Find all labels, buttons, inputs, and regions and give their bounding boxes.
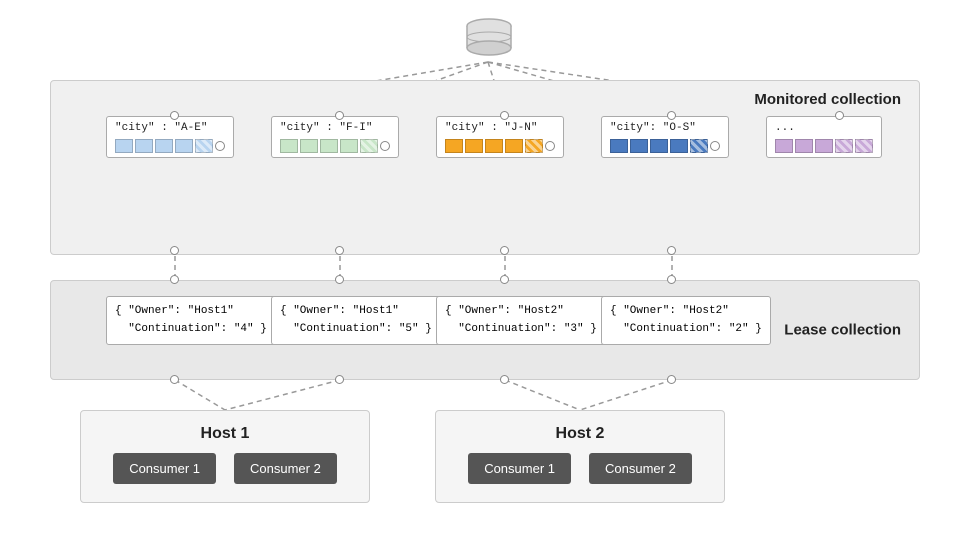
block (155, 139, 173, 153)
block-hatched (195, 139, 213, 153)
partition-card-ae: "city" : "A-E" (106, 116, 234, 158)
dot-p4-bottom (667, 246, 676, 255)
lease-continuation-3: "Continuation": "3" } (445, 321, 597, 339)
dot-l3-bottom (500, 375, 509, 384)
dot-l3-top (500, 275, 509, 284)
dot-l4-bottom (667, 375, 676, 384)
block-hatched (360, 139, 378, 153)
lease-continuation-2: "Continuation": "5" } (280, 321, 432, 339)
connector-dot (215, 141, 225, 151)
block (650, 139, 668, 153)
host1-consumers-row: Consumer 1 Consumer 2 (101, 453, 349, 484)
connector-dot (380, 141, 390, 151)
block (340, 139, 358, 153)
block (280, 139, 298, 153)
lease-card-4: { "Owner": "Host2" "Continuation": "2" } (601, 296, 771, 345)
dot-l1-bottom (170, 375, 179, 384)
host1-consumer1-button[interactable]: Consumer 1 (113, 453, 216, 484)
lease-owner-3: { "Owner": "Host2" (445, 303, 597, 321)
host1-box: Host 1 Consumer 1 Consumer 2 (80, 410, 370, 503)
dot-l2-top (335, 275, 344, 284)
block (815, 139, 833, 153)
monitored-collection-box: Monitored collection "city" : "A-E" "cit… (50, 80, 920, 255)
block (795, 139, 813, 153)
block (320, 139, 338, 153)
block (135, 139, 153, 153)
host2-consumer2-button[interactable]: Consumer 2 (589, 453, 692, 484)
partition-label-rest: ... (775, 122, 873, 134)
host1-consumer2-button[interactable]: Consumer 2 (234, 453, 337, 484)
host2-consumers-row: Consumer 1 Consumer 2 (456, 453, 704, 484)
block (610, 139, 628, 153)
dot-p1-bottom (170, 246, 179, 255)
partition-card-rest: ... (766, 116, 882, 158)
dot-p2-top (335, 111, 344, 120)
lease-card-3: { "Owner": "Host2" "Continuation": "3" } (436, 296, 606, 345)
partition-label-jn: "city" : "J-N" (445, 122, 555, 134)
dot-p2-bottom (335, 246, 344, 255)
partition-blocks-fi (280, 139, 390, 153)
connector-dot (545, 141, 555, 151)
host2-consumer1-button[interactable]: Consumer 1 (468, 453, 571, 484)
partition-card-jn: "city" : "J-N" (436, 116, 564, 158)
dot-p3-bottom (500, 246, 509, 255)
lease-owner-1: { "Owner": "Host1" (115, 303, 267, 321)
diagram-container: Monitored collection "city" : "A-E" "cit… (0, 0, 977, 537)
dot-p1-top (170, 111, 179, 120)
host2-title: Host 2 (456, 425, 704, 443)
partition-blocks-ae (115, 139, 225, 153)
lease-owner-2: { "Owner": "Host1" (280, 303, 432, 321)
partition-blocks-rest (775, 139, 873, 153)
lease-card-1: { "Owner": "Host1" "Continuation": "4" } (106, 296, 276, 345)
dot-p4-top (667, 111, 676, 120)
partition-blocks-os (610, 139, 720, 153)
dot-l2-bottom (335, 375, 344, 384)
lease-collection-box: Lease collection { "Owner": "Host1" "Con… (50, 280, 920, 380)
lease-continuation-1: "Continuation": "4" } (115, 321, 267, 339)
host1-title: Host 1 (101, 425, 349, 443)
block (175, 139, 193, 153)
block (445, 139, 463, 153)
block (485, 139, 503, 153)
block (775, 139, 793, 153)
block-hatched (690, 139, 708, 153)
partition-label-ae: "city" : "A-E" (115, 122, 225, 134)
block (505, 139, 523, 153)
lease-continuation-4: "Continuation": "2" } (610, 321, 762, 339)
partition-label-fi: "city" : "F-I" (280, 122, 390, 134)
block-hatched (855, 139, 873, 153)
dot-p3-top (500, 111, 509, 120)
block-hatched (525, 139, 543, 153)
block (115, 139, 133, 153)
lease-card-2: { "Owner": "Host1" "Continuation": "5" } (271, 296, 441, 345)
partition-card-os: "city": "O-S" (601, 116, 729, 158)
host2-box: Host 2 Consumer 1 Consumer 2 (435, 410, 725, 503)
lease-collection-label: Lease collection (784, 322, 901, 339)
block (465, 139, 483, 153)
block (670, 139, 688, 153)
database-icon (462, 18, 516, 65)
partition-label-os: "city": "O-S" (610, 122, 720, 134)
connector-dot (710, 141, 720, 151)
block-hatched (835, 139, 853, 153)
dot-l1-top (170, 275, 179, 284)
partition-card-fi: "city" : "F-I" (271, 116, 399, 158)
block (630, 139, 648, 153)
block (300, 139, 318, 153)
dot-l4-top (667, 275, 676, 284)
partition-blocks-jn (445, 139, 555, 153)
dot-p5-top (835, 111, 844, 120)
monitored-collection-label: Monitored collection (754, 91, 901, 108)
lease-owner-4: { "Owner": "Host2" (610, 303, 762, 321)
